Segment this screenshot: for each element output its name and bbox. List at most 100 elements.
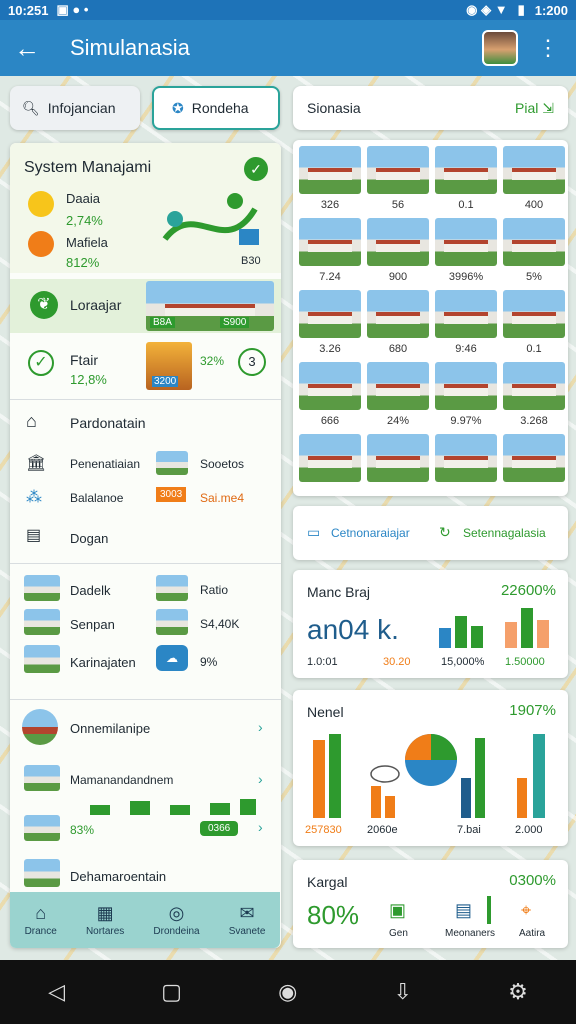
tab-drance[interactable]: ⌂ Drance <box>25 903 57 937</box>
gallery-thumb[interactable] <box>435 434 497 482</box>
stats3-item-3[interactable]: Aatira <box>519 928 545 939</box>
chevron-right-icon[interactable]: › <box>258 771 263 787</box>
gallery-value: 3996% <box>448 271 484 283</box>
calendar-icon: ▣ <box>389 900 407 920</box>
chevron-right-icon[interactable]: › <box>258 719 263 735</box>
user-avatar[interactable] <box>482 30 518 66</box>
stats3-pct: 0300% <box>509 872 556 889</box>
list3-thumb-3 <box>24 815 60 841</box>
chevron-right-icon[interactable]: › <box>258 819 263 835</box>
stats2-title: Nenel <box>307 704 344 720</box>
list3-thumb-4 <box>24 859 60 887</box>
gallery-thumb[interactable] <box>435 218 497 266</box>
nav-back-icon[interactable]: ◁ <box>48 979 65 1005</box>
stats2-foot-4: 2.000 <box>515 824 543 836</box>
lorajar-label: Loraajar <box>70 297 122 313</box>
check-circle-icon[interactable]: ✓ <box>244 157 268 181</box>
right-header-pill[interactable]: Sionasia Pial ⇲ <box>293 86 568 130</box>
list3-item-2[interactable]: Mamanandandnem <box>70 773 173 787</box>
stats3-item-1[interactable]: Gen <box>389 928 408 939</box>
stats2-pct: 1907% <box>509 702 556 719</box>
list3-item-1[interactable]: Onnemilanipe <box>70 721 150 736</box>
gallery-thumb[interactable] <box>367 290 429 338</box>
action-right[interactable]: Setennagalasia <box>463 526 546 540</box>
ftair-row[interactable]: ✓ Ftair 12,8% 3200 32% 3 <box>10 338 281 398</box>
gallery-thumb[interactable] <box>367 434 429 482</box>
more-options-icon[interactable]: ⋮ <box>534 35 562 61</box>
system-card: System Manajami ✓ Daaia 2,74% Mafiela 81… <box>10 143 281 273</box>
list2-item-1[interactable]: Dadelk <box>70 583 110 598</box>
gallery-thumb[interactable] <box>299 218 361 266</box>
side-badge: 3003 <box>156 487 187 502</box>
stats3-big: 80% <box>307 900 360 930</box>
menu-item-1[interactable]: Penenatiaian <box>70 457 140 471</box>
map-label: B30 <box>241 255 261 267</box>
gallery-thumb[interactable] <box>503 218 565 266</box>
gallery-value: 9.97% <box>450 415 482 427</box>
gallery-thumb[interactable] <box>503 290 565 338</box>
nav-settings-icon[interactable]: ⚙ <box>508 979 528 1005</box>
home-icon[interactable]: ⌂ <box>26 411 37 432</box>
stats1-title: Manc Braj <box>307 584 371 600</box>
gallery-thumb[interactable] <box>367 146 429 194</box>
mail-icon: ✉ <box>239 903 255 923</box>
gallery-thumb[interactable] <box>299 362 361 410</box>
gallery-thumb[interactable] <box>503 434 565 482</box>
stats1-big: an04 k. <box>307 614 399 645</box>
daaia-value: 2,74% <box>66 213 103 228</box>
gallery-thumb[interactable] <box>299 290 361 338</box>
nav-home-icon[interactable]: ◉ <box>278 979 297 1005</box>
mafiela-label: Mafiela <box>66 235 108 250</box>
gallery-thumb[interactable] <box>435 362 497 410</box>
route-pill[interactable]: ✪ Rondeha <box>152 86 280 130</box>
gallery-thumb[interactable] <box>367 362 429 410</box>
list2-item-3[interactable]: Karinajaten <box>70 655 136 670</box>
status-time-right: 1:200 <box>534 2 568 18</box>
stats1-foot-1: 1.0:01 <box>307 656 338 668</box>
menu-item-3[interactable]: Dogan <box>70 531 108 546</box>
search-pill[interactable]: 🔍︎ Infojancian <box>10 86 140 130</box>
stats2-foot-3: 7.bai <box>457 824 481 836</box>
list2-item-2[interactable]: Senpan <box>70 617 115 632</box>
stats1-foot-2: 30.20 <box>383 656 411 668</box>
status-bar: 10:251 ▣ ● • ◉ ◈ ▼ ▮ 1:200 <box>0 0 576 20</box>
back-arrow-icon[interactable]: ← <box>14 33 44 64</box>
stats-card-3: Kargal 0300% 80% ▣ Gen ▤ Meonaners ⌖ Aat… <box>293 860 568 948</box>
menu-heading[interactable]: Pardonatain <box>70 415 146 431</box>
stats1-foot-4: 1.50000 <box>505 656 545 668</box>
ftair-count[interactable]: 3 <box>238 348 266 376</box>
divider <box>10 699 281 700</box>
gallery-thumb[interactable] <box>503 362 565 410</box>
daaia-label: Daaia <box>66 191 100 206</box>
gallery-thumb[interactable] <box>503 146 565 194</box>
side-item-2[interactable]: Sai.me4 <box>200 491 244 505</box>
gallery-thumb[interactable] <box>435 146 497 194</box>
stats3-title: Kargal <box>307 874 348 890</box>
list2-thumb-2b <box>156 609 188 635</box>
side-item-1[interactable]: Sooetos <box>200 457 244 471</box>
tab-svanete[interactable]: ✉ Svanete <box>229 903 266 937</box>
system-nav-bar: ◁ ▢ ◉ ⇩ ⚙ <box>0 960 576 1024</box>
nav-download-icon[interactable]: ⇩ <box>394 979 412 1005</box>
gallery-thumb[interactable] <box>435 290 497 338</box>
people-icon: ⁂ <box>26 489 42 506</box>
orange-dot-icon <box>28 231 54 257</box>
list3-item-3[interactable]: Dehamaroentain <box>70 869 166 884</box>
gallery-value: 666 <box>320 415 340 427</box>
tab-nortares[interactable]: ▦ Nortares <box>86 903 124 937</box>
gallery-value: 900 <box>388 271 408 283</box>
gallery-value: 9:46 <box>455 343 477 355</box>
system-title: System Manajami <box>24 159 152 176</box>
gallery-thumb[interactable] <box>299 146 361 194</box>
menu-item-2[interactable]: Balalanoe <box>70 491 123 505</box>
gallery-value: 5% <box>526 271 542 283</box>
stats3-item-2[interactable]: Meonaners <box>445 928 495 939</box>
gallery-thumb[interactable] <box>299 434 361 482</box>
gallery-thumb[interactable] <box>367 218 429 266</box>
mafiela-value: 812% <box>66 255 100 270</box>
action-left[interactable]: Cetnonaraiajar <box>331 526 410 540</box>
tab-drondeina[interactable]: ◎ Drondeina <box>153 903 199 937</box>
nav-recents-icon[interactable]: ▢ <box>161 979 182 1005</box>
lorajar-row[interactable]: ❦ Loraajar B8A S900 <box>10 279 281 333</box>
right-header-action[interactable]: Pial ⇲ <box>515 100 554 117</box>
